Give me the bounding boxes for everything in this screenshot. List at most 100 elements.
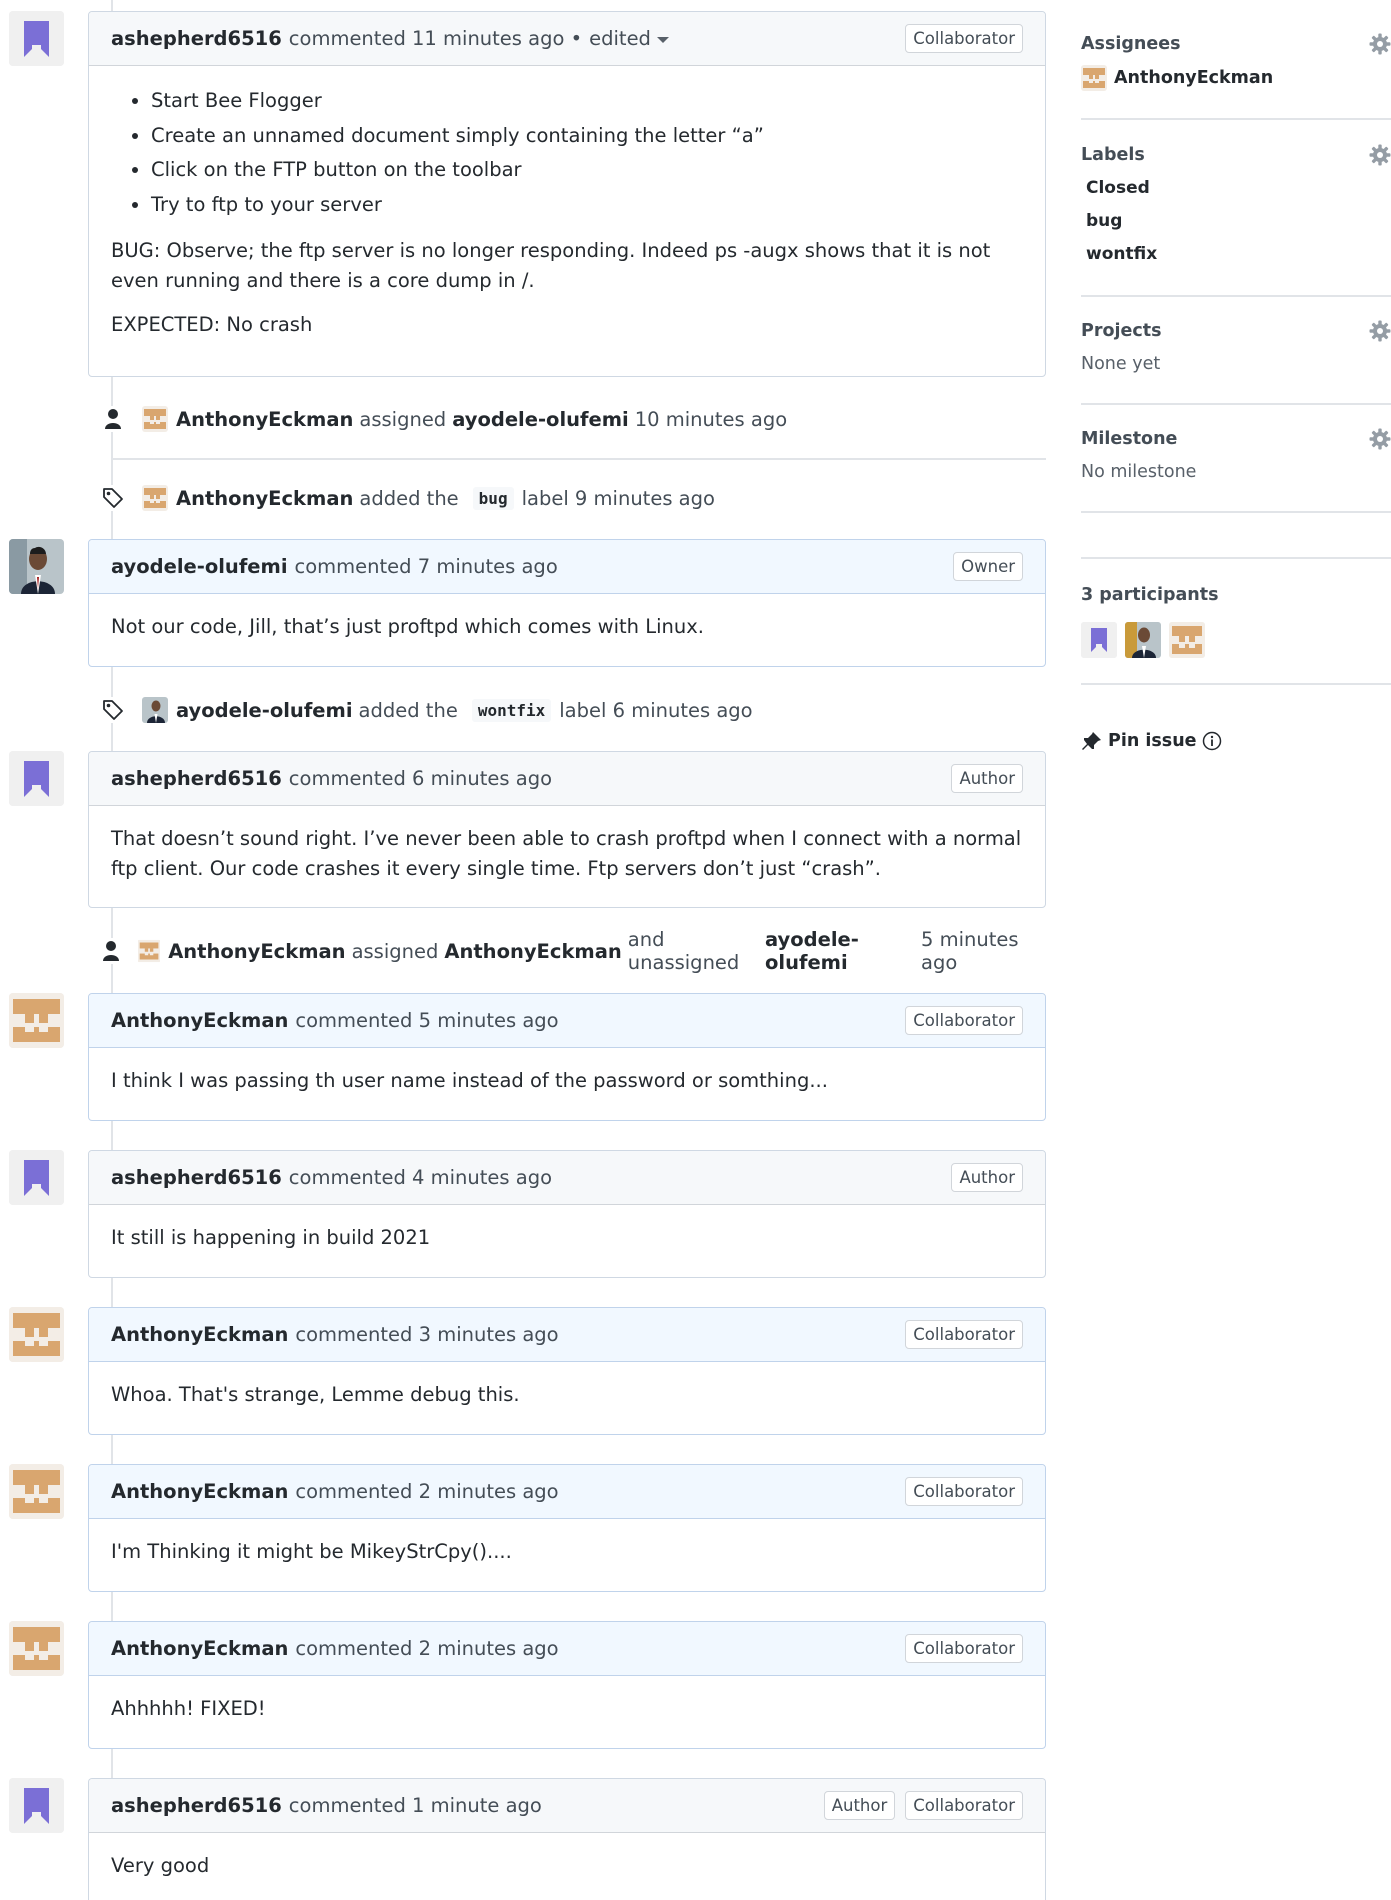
comment-header: ashepherd6516 commented 4 minutes ago Au… xyxy=(89,1151,1045,1205)
event-time[interactable]: 5 minutes ago xyxy=(921,928,1040,974)
event-target[interactable]: AnthonyEckman xyxy=(444,940,621,963)
event-verb: assigned xyxy=(351,939,439,963)
comment-text: It still is happening in build 2021 xyxy=(111,1226,431,1249)
sidebar-participants: 3 participants xyxy=(1081,582,1391,658)
comment-author[interactable]: AnthonyEckman xyxy=(111,1637,288,1660)
pin-issue-button[interactable]: Pin issue xyxy=(1081,730,1391,752)
avatar-ayodele-olufemi[interactable] xyxy=(142,697,168,723)
comment-text: Whoa. That's strange, Lemme debug this. xyxy=(111,1383,520,1406)
comment-body: Whoa. That's strange, Lemme debug this. xyxy=(89,1362,1045,1428)
comment-1: ashepherd6516 commented 11 minutes ago •… xyxy=(88,11,1046,377)
comment-timestamp[interactable]: commented 3 minutes ago xyxy=(295,1323,558,1346)
event-time[interactable]: label 6 minutes ago xyxy=(559,699,752,722)
comment-author[interactable]: AnthonyEckman xyxy=(111,1323,288,1346)
label-closed[interactable]: Closed xyxy=(1081,172,1391,205)
event-conjunction: and unassigned xyxy=(627,928,740,974)
labels-heading[interactable]: Labels xyxy=(1081,142,1391,168)
comment-author[interactable]: AnthonyEckman xyxy=(111,1009,288,1032)
comment-4: AnthonyEckman commented 5 minutes ago Co… xyxy=(88,993,1046,1121)
labels-heading-label: Labels xyxy=(1081,145,1145,165)
event-target-2[interactable]: ayodele-olufemi xyxy=(765,928,915,974)
avatar-anthonyeckman[interactable] xyxy=(9,1307,64,1362)
comment-author[interactable]: ayodele-olufemi xyxy=(111,555,288,578)
comment-timestamp[interactable]: commented 7 minutes ago xyxy=(295,555,558,578)
event-reassigned: AnthonyEckman assigned AnthonyEckman and… xyxy=(100,928,1046,974)
edited-dropdown[interactable]: edited xyxy=(589,27,669,50)
event-label-wontfix: ayodele-olufemi added the wontfix label … xyxy=(100,690,1046,730)
comment-8: AnthonyEckman commented 2 minutes ago Co… xyxy=(88,1621,1046,1749)
avatar-ashepherd6516[interactable] xyxy=(9,1150,64,1205)
avatar-anthonyeckman[interactable] xyxy=(9,1464,64,1519)
event-target[interactable]: ayodele-olufemi xyxy=(452,408,629,431)
sidebar-divider xyxy=(1081,403,1391,405)
milestone-heading[interactable]: Milestone xyxy=(1081,426,1391,452)
comment-timestamp[interactable]: commented 4 minutes ago xyxy=(289,1166,552,1189)
event-time[interactable]: 10 minutes ago xyxy=(635,408,787,431)
gear-icon[interactable] xyxy=(1369,144,1391,166)
comment-timestamp[interactable]: commented 5 minutes ago xyxy=(295,1009,558,1032)
avatar-anthonyeckman[interactable] xyxy=(9,993,64,1048)
role-badge: Author xyxy=(951,764,1023,793)
comment-author[interactable]: ashepherd6516 xyxy=(111,1794,282,1817)
event-actor[interactable]: AnthonyEckman xyxy=(176,487,353,510)
sidebar-milestone: Milestone No milestone xyxy=(1081,426,1391,482)
label-wontfix[interactable]: wontfix xyxy=(1081,238,1391,271)
event-actor[interactable]: ayodele-olufemi xyxy=(176,699,353,722)
info-icon[interactable] xyxy=(1202,731,1222,751)
comment-author[interactable]: ashepherd6516 xyxy=(111,1166,282,1189)
comment-text: Ahhhhh! FIXED! xyxy=(111,1697,266,1720)
avatar-ashepherd6516[interactable] xyxy=(1081,622,1117,658)
sidebar-pin: Pin issue xyxy=(1081,730,1391,752)
avatar-ayodele-olufemi[interactable] xyxy=(1125,622,1161,658)
avatar-anthonyeckman[interactable] xyxy=(1169,622,1205,658)
event-time[interactable]: label 9 minutes ago xyxy=(522,487,715,510)
avatar-anthonyeckman[interactable] xyxy=(138,938,161,964)
sidebar-divider xyxy=(1081,295,1391,297)
avatar-ashepherd6516[interactable] xyxy=(9,751,64,806)
projects-heading[interactable]: Projects xyxy=(1081,318,1391,344)
role-badge: Collaborator xyxy=(905,1477,1023,1506)
comment-author[interactable]: ashepherd6516 xyxy=(111,27,282,50)
comment-9: ashepherd6516 commented 1 minute ago Aut… xyxy=(88,1778,1046,1900)
role-badge: Owner xyxy=(953,552,1023,581)
gear-icon[interactable] xyxy=(1369,320,1391,342)
role-badge: Collaborator xyxy=(905,24,1023,53)
avatar-ayodele-olufemi[interactable] xyxy=(9,539,64,594)
comment-body: Start Bee Flogger Create an unnamed docu… xyxy=(89,66,1045,358)
avatar-anthonyeckman[interactable] xyxy=(142,406,168,432)
event-actor[interactable]: AnthonyEckman xyxy=(176,408,353,431)
gear-icon[interactable] xyxy=(1369,33,1391,55)
event-verb: added the xyxy=(358,698,458,722)
participants-heading: 3 participants xyxy=(1081,585,1219,605)
comment-author[interactable]: AnthonyEckman xyxy=(111,1480,288,1503)
event-actor[interactable]: AnthonyEckman xyxy=(168,940,345,963)
list-item: Click on the FTP button on the toolbar xyxy=(151,153,1023,188)
comment-6: AnthonyEckman commented 3 minutes ago Co… xyxy=(88,1307,1046,1435)
comment-timestamp[interactable]: commented 2 minutes ago xyxy=(295,1480,558,1503)
comment-timestamp[interactable]: commented 1 minute ago xyxy=(289,1794,542,1817)
assignee-name: AnthonyEckman xyxy=(1114,68,1274,88)
edited-label: edited xyxy=(589,27,651,50)
assignees-heading[interactable]: Assignees xyxy=(1081,31,1391,57)
avatar-ashepherd6516[interactable] xyxy=(9,11,64,66)
avatar-anthonyeckman[interactable] xyxy=(9,1621,64,1676)
label-bug[interactable]: bug xyxy=(472,486,514,510)
comment-timestamp[interactable]: commented 11 minutes ago • xyxy=(289,27,582,50)
label-wontfix[interactable]: wontfix xyxy=(471,698,552,722)
label-bug[interactable]: bug xyxy=(1081,205,1391,238)
comment-body: I'm Thinking it might be MikeyStrCpy()..… xyxy=(89,1519,1045,1585)
comment-timestamp[interactable]: commented 6 minutes ago xyxy=(289,767,552,790)
avatar-ashepherd6516[interactable] xyxy=(9,1778,64,1833)
assignee-anthonyeckman[interactable]: AnthonyEckman xyxy=(1081,65,1391,91)
projects-heading-label: Projects xyxy=(1081,321,1162,341)
comment-timestamp[interactable]: commented 2 minutes ago xyxy=(295,1637,558,1660)
tag-icon xyxy=(100,485,126,511)
comment-author[interactable]: ashepherd6516 xyxy=(111,767,282,790)
role-badge: Collaborator xyxy=(905,1006,1023,1035)
avatar-anthonyeckman[interactable] xyxy=(142,485,168,511)
expected-paragraph: EXPECTED: No crash xyxy=(111,313,313,336)
gear-icon[interactable] xyxy=(1369,428,1391,450)
comment-header: ayodele-olufemi commented 7 minutes ago … xyxy=(89,540,1045,594)
sidebar-assignees: Assignees AnthonyEckman xyxy=(1081,31,1391,91)
chevron-down-icon xyxy=(656,36,669,43)
